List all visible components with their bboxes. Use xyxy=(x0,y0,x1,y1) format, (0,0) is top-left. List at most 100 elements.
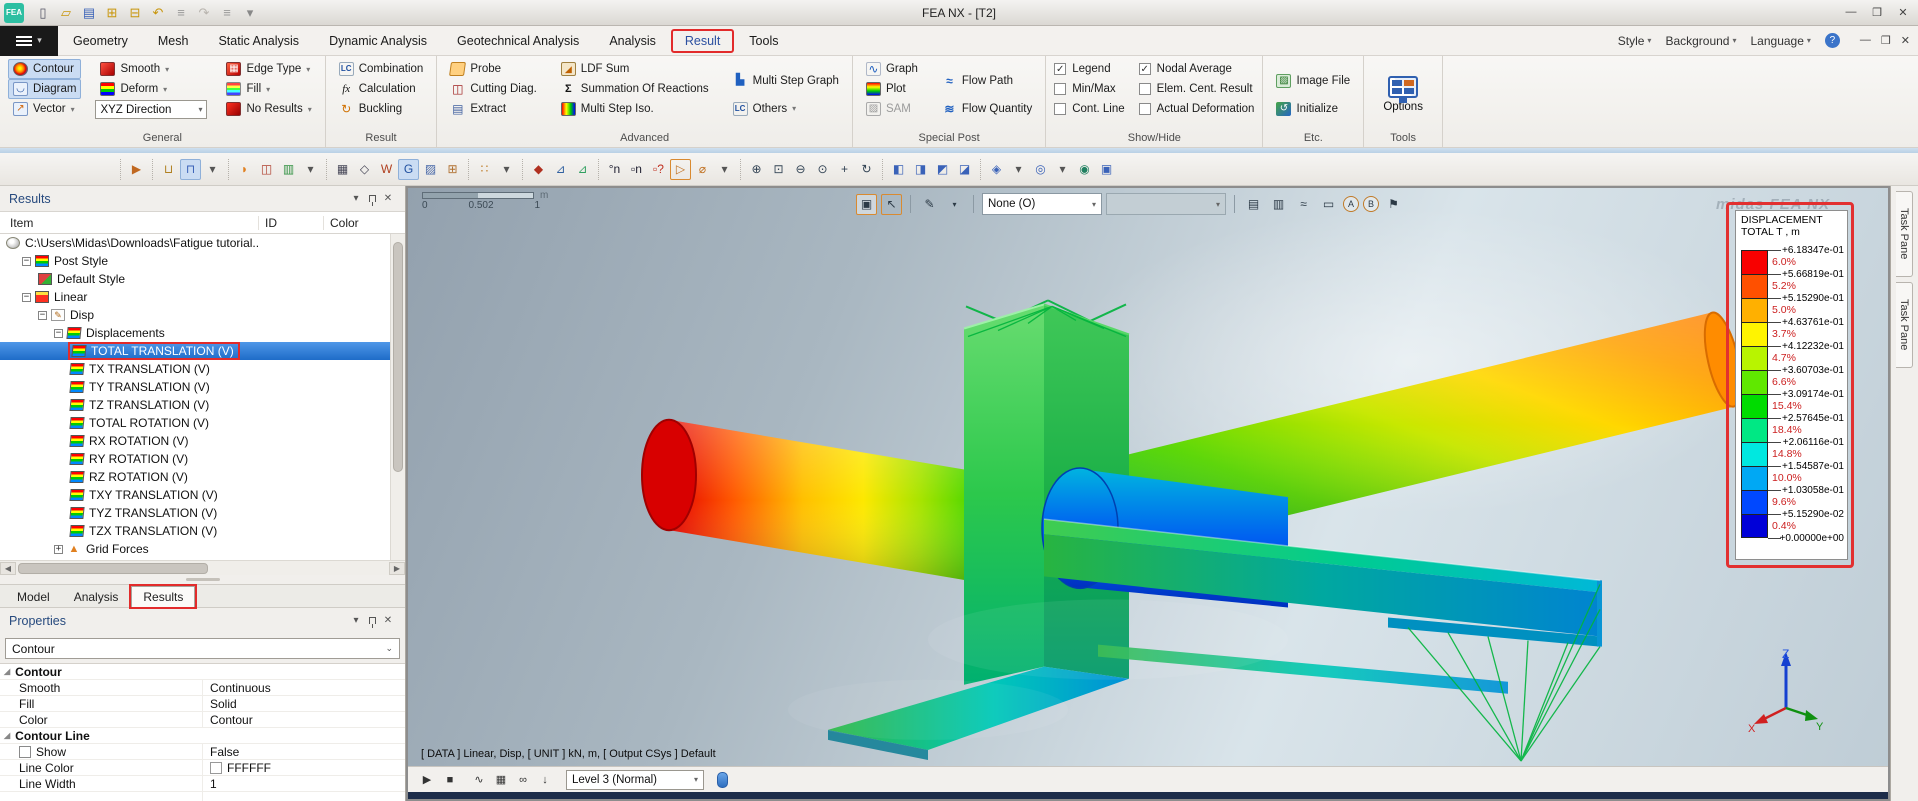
unlock-icon[interactable]: ⊔ xyxy=(158,159,179,180)
ribbon-button-multi-step-iso[interactable]: Multi Step Iso. xyxy=(556,99,714,119)
display-option-icon[interactable]: ◉ xyxy=(1074,159,1095,180)
result-type-combo[interactable]: None (O) ▾ xyxy=(982,193,1102,215)
panel-splitter[interactable] xyxy=(0,575,405,584)
ribbon-button-flow-quantity[interactable]: ≋ Flow Quantity xyxy=(937,99,1037,119)
lock-options-dropdown[interactable]: ▾ xyxy=(202,159,223,180)
color-swatch[interactable] xyxy=(210,761,222,774)
selection-filter-icon[interactable]: ✎ xyxy=(919,194,940,215)
ribbon-button-multi-step-graph[interactable]: ▙ Multi Step Graph xyxy=(728,71,844,91)
node-csys-icon[interactable]: ⊿ xyxy=(550,159,571,180)
clipping-plane-icon[interactable]: ◗ xyxy=(234,159,255,180)
panel-tab-model[interactable]: Model xyxy=(6,587,61,607)
menu-tab-geotechnical-analysis[interactable]: Geotechnical Analysis xyxy=(442,26,594,55)
identify-icon[interactable]: ▫? xyxy=(648,159,669,180)
pan-icon[interactable]: + xyxy=(834,159,855,180)
tree-item-total-translation-v[interactable]: TOTAL TRANSLATION (V) xyxy=(0,342,390,360)
zoom-window-icon[interactable]: ⊡ xyxy=(768,159,789,180)
ribbon-button-buckling[interactable]: ↻ Buckling xyxy=(334,99,429,119)
menu-tab-result[interactable]: Result xyxy=(670,28,735,53)
record-graph-icon[interactable]: ∿ xyxy=(469,770,489,790)
ribbon-checkbox-nodal-average[interactable]: ✓ Nodal Average xyxy=(1138,59,1255,79)
lock-icon[interactable]: ⊓ xyxy=(180,158,201,180)
tree-item-tz-translation-v[interactable]: TZ TRANSLATION (V) xyxy=(0,396,390,414)
ribbon-button-no-results[interactable]: No Results ▾ xyxy=(221,99,316,119)
ribbon-checkbox-cont-line[interactable]: Cont. Line xyxy=(1054,99,1125,119)
property-row-line-width[interactable]: Line Width 1 xyxy=(0,776,405,792)
maximize-button[interactable]: ❒ xyxy=(1868,3,1886,21)
menu-tab-analysis[interactable]: Analysis xyxy=(594,26,671,55)
ribbon-checkbox-min-max[interactable]: Min/Max xyxy=(1054,79,1124,99)
new-file-icon[interactable]: ▯ xyxy=(32,3,54,23)
application-menu-button[interactable]: ▾ xyxy=(0,25,58,56)
mdi-restore-button[interactable]: ❒ xyxy=(1881,34,1891,47)
element-csys-icon[interactable]: ⊿ xyxy=(572,159,593,180)
close-button[interactable]: ✕ xyxy=(1894,3,1912,21)
menu-tab-mesh[interactable]: Mesh xyxy=(143,26,204,55)
mdi-close-button[interactable]: ✕ xyxy=(1901,34,1910,47)
stop-button[interactable]: ■ xyxy=(440,770,460,790)
render-dropdown[interactable]: ▾ xyxy=(1052,159,1073,180)
ribbon-button-diagram[interactable]: ◡ Diagram xyxy=(8,79,82,99)
element-number-icon[interactable]: ▫n xyxy=(626,159,647,180)
tree-expander-icon[interactable]: + xyxy=(54,544,63,554)
window-layout3-icon[interactable]: ◩ xyxy=(932,159,953,180)
tree-item-ty-translation-v[interactable]: TY TRANSLATION (V) xyxy=(0,378,390,396)
ribbon-button-plot[interactable]: Plot xyxy=(861,79,923,99)
ribbon-button-flow-path[interactable]: ≈ Flow Path xyxy=(937,71,1037,91)
property-row-smooth[interactable]: Smooth Continuous xyxy=(0,680,405,696)
contour-bar-icon[interactable]: ▥ xyxy=(278,159,299,180)
tree-item-tyz-translation-v[interactable]: TYZ TRANSLATION (V) xyxy=(0,504,390,522)
snap-dropdown[interactable]: ▾ xyxy=(496,159,517,180)
properties-type-selector[interactable]: Contour ⌄ xyxy=(5,638,400,659)
panel-menu-icon[interactable]: ▾ xyxy=(348,191,364,207)
rotate-view-icon[interactable]: ↻ xyxy=(856,159,877,180)
ribbon-button-sam[interactable]: ▨ SAM xyxy=(861,99,923,119)
ribbon-button-calculation[interactable]: fx Calculation xyxy=(334,79,429,99)
save-icon[interactable]: ▤ xyxy=(78,3,100,23)
window-layout-icon[interactable]: ◧ xyxy=(888,159,909,180)
measure-dropdown[interactable]: ▾ xyxy=(714,159,735,180)
menu-tab-geometry[interactable]: Geometry xyxy=(58,26,143,55)
menu-tab-static-analysis[interactable]: Static Analysis xyxy=(203,26,314,55)
ribbon-button-extract[interactable]: ▤ Extract xyxy=(445,99,541,119)
pin-icon[interactable] xyxy=(364,613,380,629)
tree-item-ry-rotation-v[interactable]: RY ROTATION (V) xyxy=(0,450,390,468)
ribbon-checkbox-actual-deformation[interactable]: Actual Deformation xyxy=(1138,99,1254,119)
tree-item-linear[interactable]: − Linear xyxy=(0,288,390,306)
collapse-icon[interactable]: ◢ xyxy=(4,667,10,676)
step-level-combo[interactable]: Level 3 (Normal) ▾ xyxy=(566,769,704,790)
scroll-right-icon[interactable]: ▶ xyxy=(389,561,405,575)
close-icon[interactable]: ✕ xyxy=(380,613,396,629)
scroll-left-icon[interactable]: ◀ xyxy=(0,561,16,575)
minimize-button[interactable]: — xyxy=(1842,3,1860,21)
property-row-line-color[interactable]: Line Color FFFFFF xyxy=(0,760,405,776)
tree-item-disp[interactable]: − ✎ Disp xyxy=(0,306,390,324)
ribbon-button-others[interactable]: LC Others ▾ xyxy=(728,99,844,119)
probe-a-icon[interactable]: A xyxy=(1343,196,1359,212)
tree-expander-icon[interactable]: − xyxy=(54,328,63,338)
task-pane-tab[interactable]: Task Pane xyxy=(1896,282,1913,368)
view-point-icon[interactable]: ◈ xyxy=(986,159,1007,180)
mesh-display-icon[interactable]: ◆ xyxy=(528,159,549,180)
zoom-in-icon[interactable]: ⊕ xyxy=(746,159,767,180)
import-icon[interactable]: ⊞ xyxy=(101,3,123,23)
tree-item-txy-translation-v[interactable]: TXY TRANSLATION (V) xyxy=(0,486,390,504)
ribbon-button-cutting-diag[interactable]: ◫ Cutting Diag. xyxy=(445,79,541,99)
select-window-icon[interactable]: ▣ xyxy=(856,193,877,215)
tree-item-default-style[interactable]: Default Style xyxy=(0,270,390,288)
ribbon-direction-combo[interactable]: XYZ Direction ▾ xyxy=(95,100,208,119)
tree-expander-icon[interactable]: − xyxy=(22,256,31,266)
ribbon-button-fill[interactable]: Fill ▾ xyxy=(221,79,316,99)
tree-item-rx-rotation-v[interactable]: RX ROTATION (V) xyxy=(0,432,390,450)
chevron-down-icon[interactable]: ▾ xyxy=(944,194,965,215)
ribbon-button-image-file[interactable]: ▨ Image File xyxy=(1271,71,1355,91)
collapse-icon[interactable]: ◢ xyxy=(4,731,10,740)
tree-horizontal-scrollbar[interactable]: ◀ ▶ xyxy=(0,560,405,575)
mdi-minimize-button[interactable]: — xyxy=(1860,34,1871,47)
property-row-fill[interactable]: Fill Solid xyxy=(0,696,405,712)
tree-item-tzx-translation-v[interactable]: TZX TRANSLATION (V) xyxy=(0,522,390,540)
ribbon-button-graph[interactable]: ∿ Graph xyxy=(861,59,923,79)
panel-tab-analysis[interactable]: Analysis xyxy=(63,587,130,607)
panel-menu-icon[interactable]: ▾ xyxy=(348,613,364,629)
pin-icon[interactable] xyxy=(364,191,380,207)
